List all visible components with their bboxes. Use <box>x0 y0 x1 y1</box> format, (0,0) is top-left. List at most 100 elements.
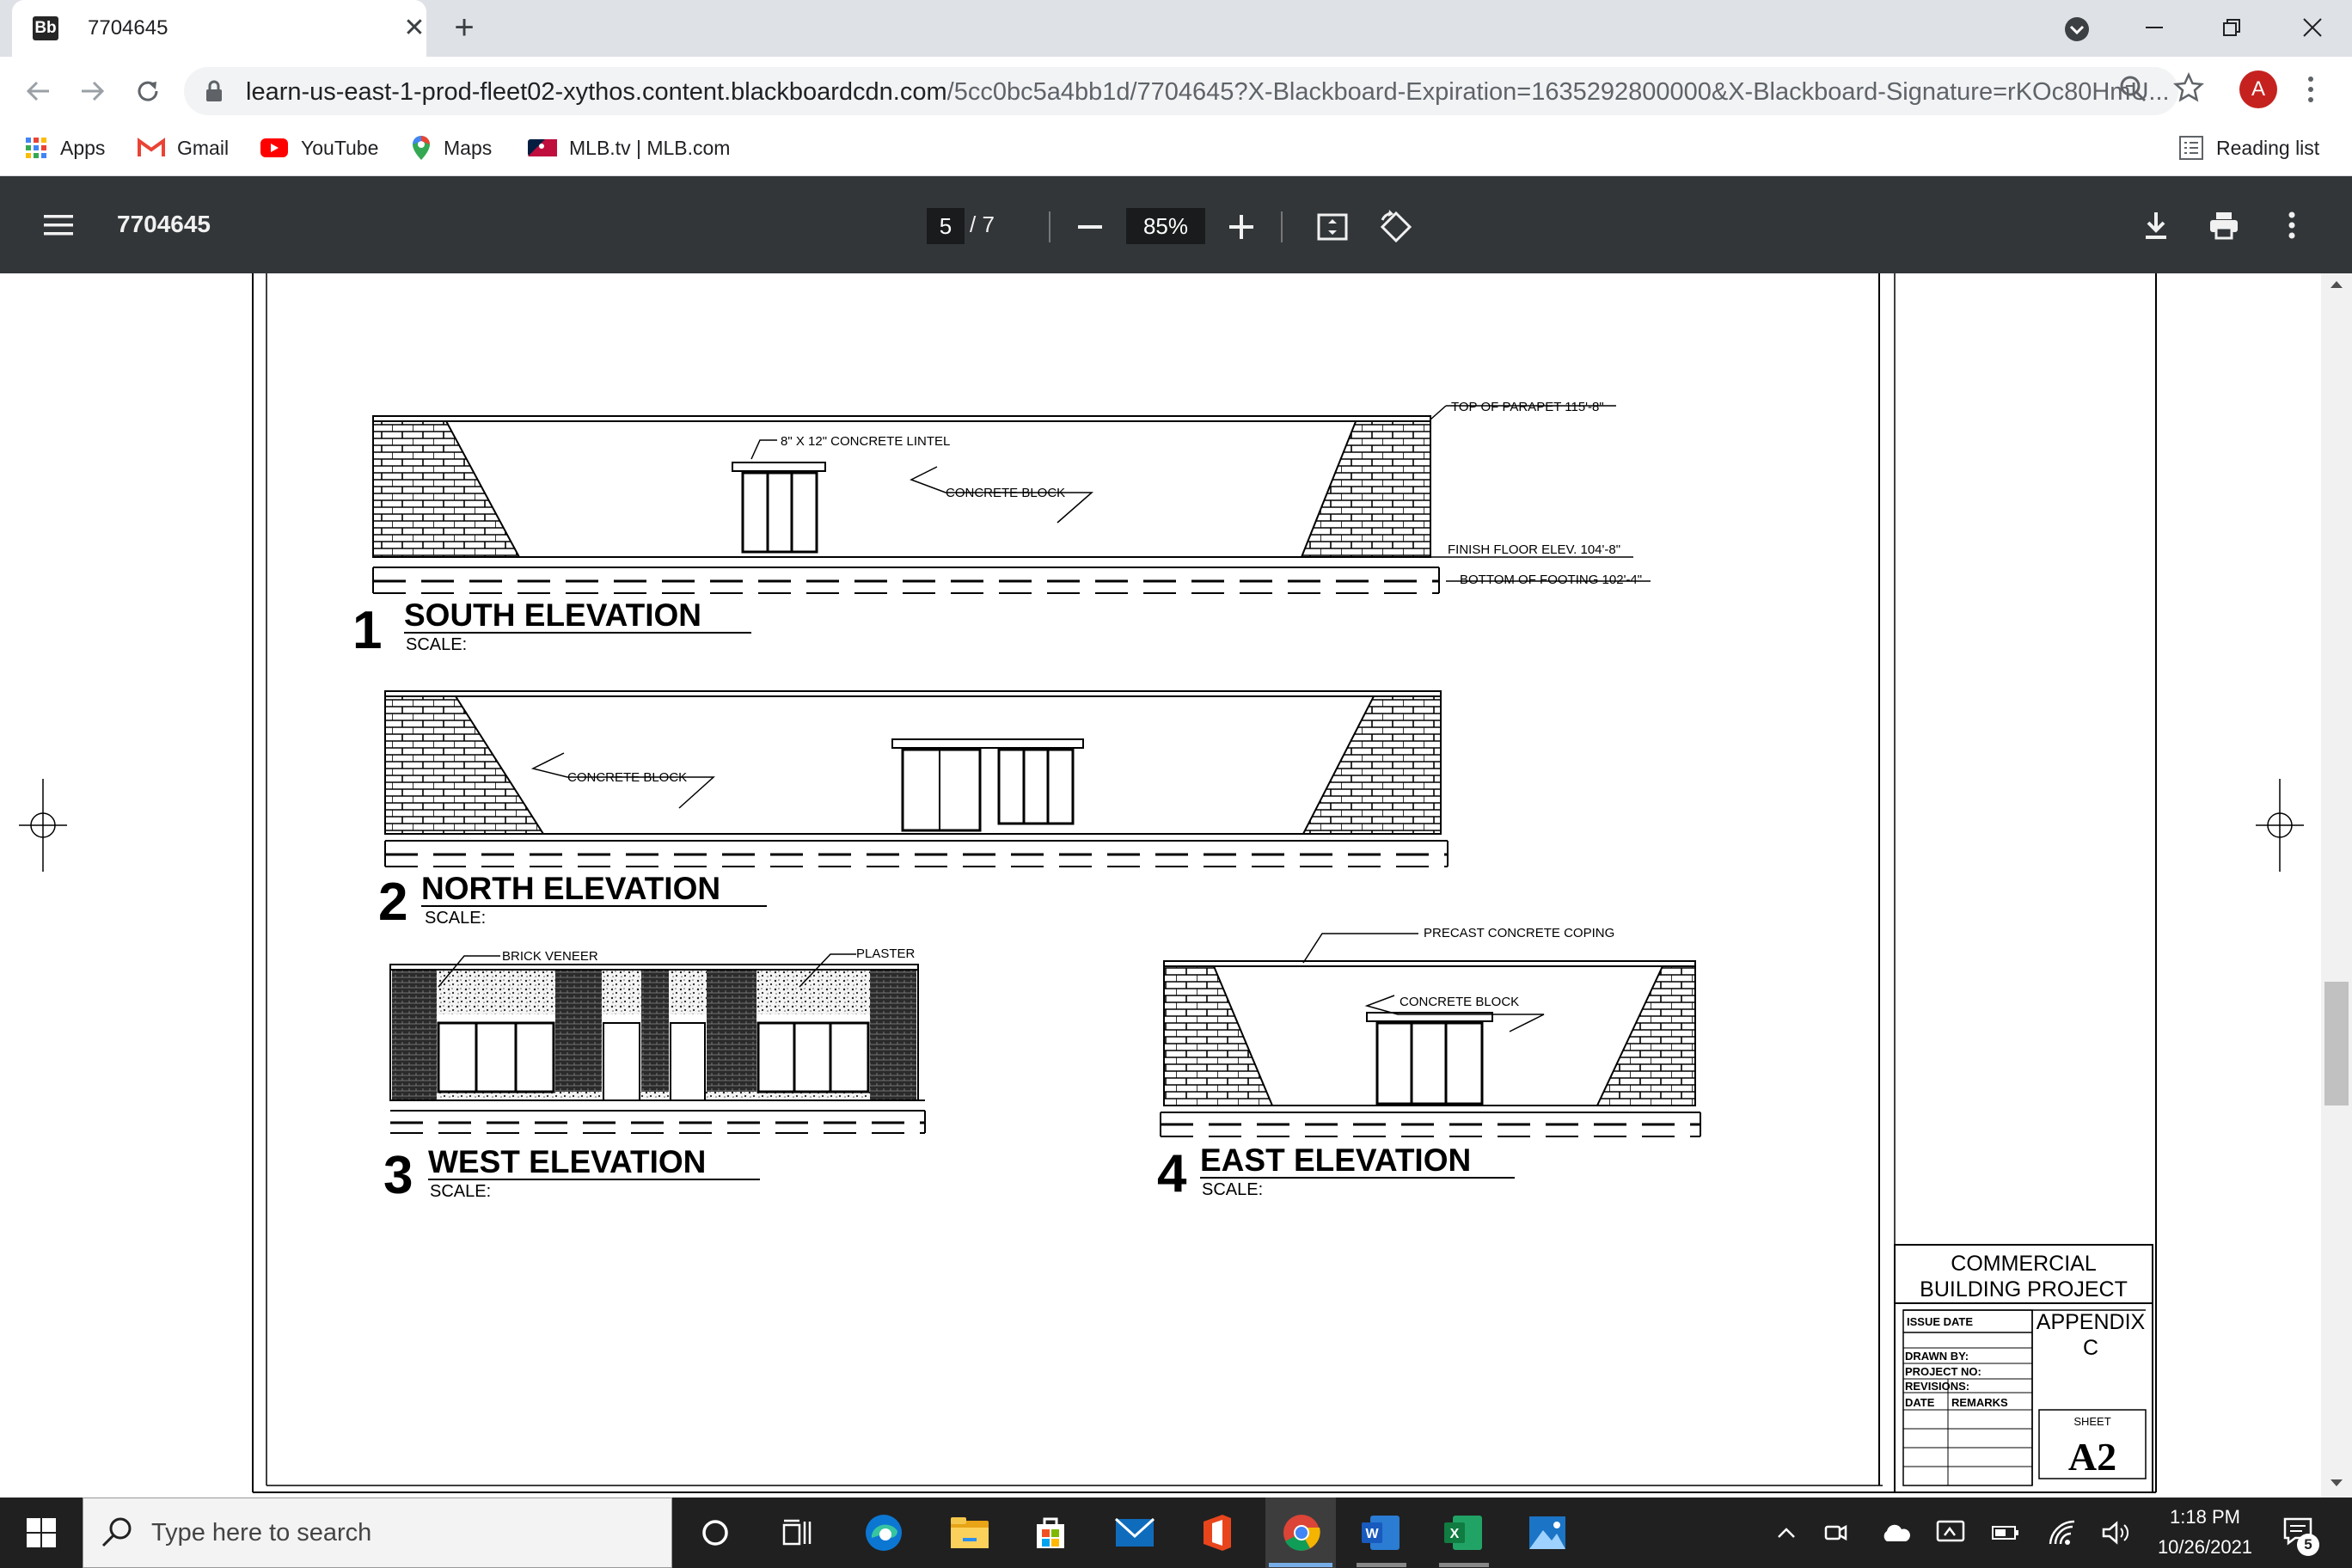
bookmark-apps[interactable]: Apps <box>24 131 105 165</box>
reading-list-icon <box>2178 135 2204 161</box>
hamburger-menu-icon[interactable] <box>41 210 76 241</box>
gmail-icon <box>138 138 165 158</box>
chrome-icon[interactable] <box>1274 1506 1329 1559</box>
project-title-line2: BUILDING PROJECT <box>1920 1277 2128 1302</box>
vertical-scrollbar[interactable] <box>2321 273 2352 1498</box>
tab-close-icon[interactable]: ✕ <box>399 12 430 43</box>
edge-browser-icon[interactable] <box>856 1506 911 1559</box>
appendix-label: APPENDIX <box>2037 1310 2146 1334</box>
pdf-title: 7704645 <box>117 211 211 237</box>
meet-now-icon[interactable] <box>1812 1506 1859 1559</box>
label-plaster: PLASTER <box>856 946 916 961</box>
chrome-menu-icon[interactable] <box>2304 74 2318 109</box>
action-tray-icon[interactable] <box>1927 1506 1974 1559</box>
bookmark-gmail[interactable]: Gmail <box>138 131 229 165</box>
rotate-icon[interactable] <box>1377 208 1415 246</box>
search-placeholder: Type here to search <box>151 1519 372 1547</box>
appendix-letter: C <box>2083 1336 2098 1360</box>
elevation-title-south: SOUTH ELEVATION <box>404 597 701 633</box>
office-icon[interactable] <box>1190 1506 1245 1559</box>
url-text[interactable]: learn-us-east-1-prod-fleet02-xythos.cont… <box>246 78 2170 107</box>
page-number-input[interactable]: 5 <box>927 208 965 244</box>
bookmark-maps[interactable]: Maps <box>411 131 492 165</box>
word-icon[interactable]: W <box>1353 1506 1408 1559</box>
zoom-level-input[interactable]: 85% <box>1126 208 1205 244</box>
clock-time[interactable]: 1:18 PM <box>2153 1506 2257 1528</box>
label-concrete-block: CONCRETE BLOCK <box>1400 995 1519 1009</box>
photos-icon[interactable] <box>1520 1506 1575 1559</box>
tab-title: 7704645 <box>88 16 168 40</box>
fit-page-icon[interactable] <box>1315 210 1350 244</box>
new-tab-button[interactable]: + <box>445 9 483 46</box>
clock-date[interactable]: 10/26/2021 <box>2145 1536 2265 1559</box>
windows-start-icon[interactable] <box>14 1506 69 1559</box>
profile-avatar[interactable]: A <box>2239 70 2277 108</box>
blackboard-favicon-icon: Bb <box>33 16 58 40</box>
bookmark-label: MLB.tv | MLB.com <box>569 136 731 159</box>
bookmark-star-icon[interactable] <box>2172 71 2205 107</box>
show-hidden-icons-icon[interactable] <box>1759 1506 1814 1559</box>
url-host: learn-us-east-1-prod-fleet02-xythos.cont… <box>246 78 947 106</box>
sheet-label: SHEET <box>2073 1415 2110 1428</box>
reload-button[interactable] <box>129 72 167 110</box>
reading-list-button[interactable]: Reading list <box>2178 131 2319 165</box>
scroll-down-arrow-icon[interactable] <box>2328 1477 2345 1493</box>
mlb-icon <box>528 139 557 156</box>
bookmark-mlb[interactable]: MLB.tv | MLB.com <box>528 131 730 165</box>
label-coping: PRECAST CONCRETE COPING <box>1424 926 1614 940</box>
zoom-lens-icon[interactable] <box>2118 74 2147 107</box>
back-button[interactable] <box>19 72 57 110</box>
active-app-indicator <box>1269 1563 1332 1567</box>
close-window-button[interactable] <box>2287 7 2338 48</box>
download-icon[interactable] <box>2139 208 2173 242</box>
scale-label: SCALE: <box>1202 1180 1263 1199</box>
cortana-icon[interactable] <box>688 1506 743 1559</box>
browser-tab[interactable]: Bb 7704645 ✕ <box>12 0 426 57</box>
excel-icon[interactable]: X <box>1436 1506 1491 1559</box>
elevation-number: 3 <box>383 1146 413 1205</box>
onedrive-cloud-icon[interactable] <box>1872 1506 1919 1559</box>
lock-icon[interactable] <box>205 79 224 107</box>
elevation-title-north: NORTH ELEVATION <box>421 871 720 906</box>
label-bottom-footing: BOTTOM OF FOOTING 102'-4" <box>1460 573 1642 587</box>
label-finish-floor: FINISH FLOOR ELEV. 104'-8" <box>1448 542 1620 557</box>
scrollbar-thumb[interactable] <box>2324 982 2349 1106</box>
forward-button[interactable] <box>74 72 112 110</box>
scale-label: SCALE: <box>406 635 467 654</box>
wifi-icon[interactable] <box>2039 1506 2086 1559</box>
tab-search-icon[interactable] <box>2061 14 2092 45</box>
toolbar-divider <box>1049 211 1050 242</box>
minimize-button[interactable] <box>2128 7 2180 48</box>
restore-button[interactable] <box>2206 7 2257 48</box>
zoom-out-button[interactable] <box>1075 211 1106 242</box>
youtube-icon <box>260 138 289 158</box>
svg-text:W: W <box>1365 1527 1379 1541</box>
remarks-column-label: REMARKS <box>1951 1396 2008 1409</box>
task-view-icon[interactable] <box>770 1506 825 1559</box>
apps-grid-icon <box>24 136 48 160</box>
print-icon[interactable] <box>2206 208 2242 242</box>
revisions-label: REVISIONS: <box>1905 1380 1969 1393</box>
volume-icon[interactable] <box>2092 1506 2139 1559</box>
toolbar-divider <box>1281 211 1283 242</box>
west-elevation <box>389 953 926 1134</box>
elevation-number: 4 <box>1157 1144 1187 1204</box>
date-column-label: DATE <box>1905 1396 1935 1409</box>
registration-target <box>19 779 67 872</box>
microsoft-store-icon[interactable] <box>1023 1506 1078 1559</box>
scale-label: SCALE: <box>430 1182 491 1201</box>
label-top-parapet: TOP OF PARAPET 115'-8" <box>1451 400 1604 414</box>
file-explorer-icon[interactable] <box>942 1506 997 1559</box>
battery-icon[interactable] <box>1982 1506 2029 1559</box>
mail-icon[interactable] <box>1107 1506 1162 1559</box>
scale-label: SCALE: <box>425 909 486 928</box>
open-app-indicator <box>1439 1563 1489 1567</box>
more-options-icon[interactable] <box>2282 208 2302 242</box>
bookmark-youtube[interactable]: YouTube <box>260 131 378 165</box>
scroll-up-arrow-icon[interactable] <box>2328 279 2345 295</box>
issue-date-label: ISSUE DATE <box>1907 1315 1973 1328</box>
bookmark-label: Maps <box>444 136 493 159</box>
zoom-in-button[interactable] <box>1226 211 1257 242</box>
svg-text:X: X <box>1450 1527 1460 1541</box>
label-brick-veneer: BRICK VENEER <box>502 949 598 964</box>
